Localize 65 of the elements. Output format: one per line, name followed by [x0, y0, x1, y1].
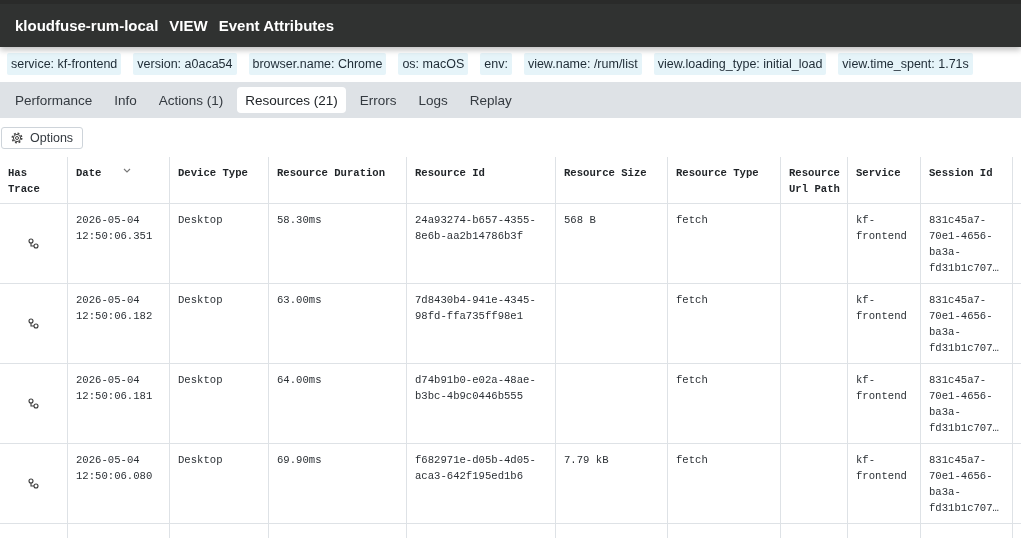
tab[interactable]: Actions (1) [150, 87, 232, 113]
attribute-tag: os: macOS [398, 53, 469, 75]
attribute-tag: version: a0aca54 [133, 53, 237, 75]
tab[interactable]: Performance [7, 87, 101, 113]
table-cell: 7d8430b4-941e-4345-98fd-ffa735ff98e1 [407, 284, 556, 364]
table-cell: kf-frontend [848, 444, 921, 524]
table-cell: 63.00ms [269, 284, 407, 364]
attribute-tag: service: kf-frontend [7, 53, 122, 75]
table-cell: 2026-05-04 12:50:06.080 [68, 444, 170, 524]
table-cell: kf-frontend [848, 284, 921, 364]
table-cell: 2026-05-04 12:50:06.182 [68, 284, 170, 364]
attribute-tag: view.time_spent: 1.71s [838, 53, 973, 75]
table-cell: kf-frontend [848, 204, 921, 284]
chevron-down-icon[interactable] [123, 168, 132, 173]
table-cell: 831c45a7-70e1-4656-ba3a-fd31b1c707… [921, 444, 1013, 524]
page-title: Event Attributes [218, 16, 334, 34]
connected-circles-icon[interactable] [28, 478, 39, 489]
table-cell: Desktop [170, 444, 269, 524]
table-cell: f682971e-d05b-4d05-aca3-642f195ed1b6 [407, 444, 556, 524]
table-cell: fetch [668, 284, 781, 364]
table-cell: 568 B [556, 204, 668, 284]
table-cell: fetch [668, 204, 781, 284]
column-header: Has Trace [8, 166, 41, 197]
table-cell: fetch [668, 364, 781, 444]
table-cell: 2026-05-04 12:50:06.351 [68, 204, 170, 284]
column-header: Resource Duration [277, 166, 386, 181]
tab[interactable]: Replay [461, 87, 520, 113]
table-cell: fetch [668, 444, 781, 524]
table-cell: Desktop [170, 364, 269, 444]
table-cell: 831c45a7-70e1-4656-ba3a-fd31b1c707… [921, 204, 1013, 284]
tab[interactable]: Info [106, 87, 145, 113]
event-type-label: VIEW [169, 16, 208, 34]
attribute-tag: view.name: /rum/list [523, 53, 642, 75]
table-cell: 2026-05-04 12:50:06.181 [68, 364, 170, 444]
table-cell: 831c45a7-70e1-4656-ba3a-fd31b1c707… [921, 364, 1013, 444]
tab[interactable]: Errors [351, 87, 405, 113]
column-header: Date [76, 166, 102, 181]
attribute-tag: env: [480, 53, 512, 75]
column-header: Resource Type [676, 166, 759, 181]
table-cell: 69.90ms [269, 444, 407, 524]
connected-circles-icon[interactable] [28, 238, 39, 249]
tab[interactable]: Logs [410, 87, 456, 113]
options-button[interactable]: Options [1, 127, 84, 149]
column-header: Session Id [929, 166, 993, 181]
column-header: Service [856, 166, 901, 181]
column-header: Resource Id [415, 166, 485, 181]
table-cell: Desktop [170, 204, 269, 284]
table-cell: d74b91b0-e02a-48ae-b3bc-4b9c0446b555 [407, 364, 556, 444]
column-header: Resource Url Path [789, 166, 841, 197]
table-cell: 831c45a7-70e1-4656-ba3a-fd31b1c707… [921, 284, 1013, 364]
attribute-tag: browser.name: Chrome [248, 53, 387, 75]
table-cell: 7.79 kB [556, 444, 668, 524]
connected-circles-icon[interactable] [28, 398, 39, 409]
app-name: kloudfuse-rum-local [15, 16, 159, 34]
attribute-tag: view.loading_type: initial_load [653, 53, 827, 75]
connected-circles-icon[interactable] [28, 318, 39, 329]
table-cell: kf-frontend [848, 364, 921, 444]
table-cell: 64.00ms [269, 364, 407, 444]
table-cell: 24a93274-b657-4355-8e6b-aa2b14786b3f [407, 204, 556, 284]
settings-icon [11, 132, 23, 144]
column-header: Resource Size [564, 166, 647, 181]
table-cell: 58.30ms [269, 204, 407, 284]
tab[interactable]: Resources (21) [237, 87, 346, 113]
column-header: Device Type [178, 166, 248, 181]
table-cell: Desktop [170, 284, 269, 364]
